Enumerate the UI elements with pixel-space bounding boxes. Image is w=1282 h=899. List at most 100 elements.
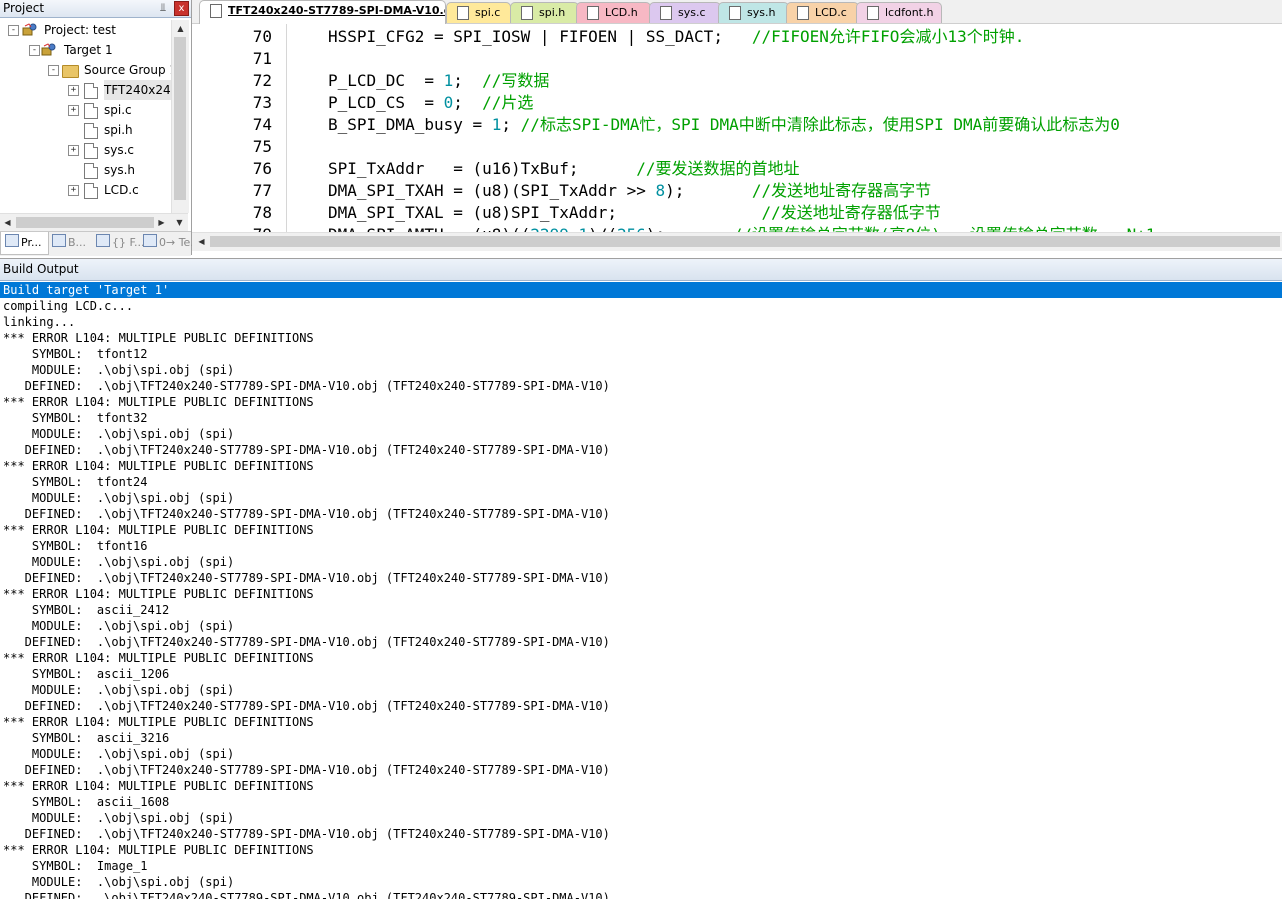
file-icon bbox=[84, 163, 98, 179]
project-panel-tabs: Pr... B... {} F... 0→ Te... bbox=[0, 231, 201, 256]
build-output-line[interactable]: linking... bbox=[0, 314, 1282, 330]
build-output-line[interactable]: SYMBOL: ascii_1608 bbox=[0, 794, 1282, 810]
tree-item-target[interactable]: - Target 1 bbox=[0, 40, 171, 60]
build-output-line[interactable]: SYMBOL: Image_1 bbox=[0, 858, 1282, 874]
build-output-line[interactable]: *** ERROR L104: MULTIPLE PUBLIC DEFINITI… bbox=[0, 458, 1282, 474]
build-output-line[interactable]: MODULE: .\obj\spi.obj (spi) bbox=[0, 746, 1282, 762]
build-output-line[interactable]: SYMBOL: ascii_2412 bbox=[0, 602, 1282, 618]
build-output-line[interactable]: MODULE: .\obj\spi.obj (spi) bbox=[0, 874, 1282, 890]
code-line[interactable]: 75 bbox=[192, 136, 1282, 158]
build-output-line[interactable]: MODULE: .\obj\spi.obj (spi) bbox=[0, 682, 1282, 698]
build-output-line[interactable]: *** ERROR L104: MULTIPLE PUBLIC DEFINITI… bbox=[0, 650, 1282, 666]
build-output-line[interactable]: SYMBOL: tfont12 bbox=[0, 346, 1282, 362]
tree-vertical-scrollbar[interactable]: ▲ bbox=[171, 20, 189, 213]
build-output-line[interactable]: DEFINED: .\obj\TFT240x240-ST7789-SPI-DMA… bbox=[0, 634, 1282, 650]
tree-item-folder[interactable]: - Source Group 1 bbox=[0, 60, 171, 80]
build-output-line[interactable]: DEFINED: .\obj\TFT240x240-ST7789-SPI-DMA… bbox=[0, 826, 1282, 842]
tree-item-file[interactable]: + sys.c bbox=[0, 140, 171, 160]
panel-tab-books[interactable]: B... bbox=[48, 232, 92, 254]
editor-tab-label: TFT240x240-ST7789-SPI-DMA-V10.c* bbox=[228, 4, 446, 17]
expand-icon[interactable]: + bbox=[68, 85, 79, 96]
build-output-line[interactable]: DEFINED: .\obj\TFT240x240-ST7789-SPI-DMA… bbox=[0, 570, 1282, 586]
build-output-line[interactable]: *** ERROR L104: MULTIPLE PUBLIC DEFINITI… bbox=[0, 522, 1282, 538]
collapse-icon[interactable]: - bbox=[29, 45, 40, 56]
build-output-line[interactable]: SYMBOL: tfont32 bbox=[0, 410, 1282, 426]
collapse-icon[interactable]: - bbox=[8, 25, 19, 36]
editor-tab[interactable]: spi.h bbox=[510, 2, 579, 23]
build-output-line[interactable]: MODULE: .\obj\spi.obj (spi) bbox=[0, 810, 1282, 826]
tree-item-file[interactable]: spi.h bbox=[0, 120, 171, 140]
tree-item-file[interactable]: sys.h bbox=[0, 160, 171, 180]
source-text: P_LCD_CS = 0; //片选 bbox=[328, 92, 533, 114]
build-output-line[interactable]: SYMBOL: ascii_3216 bbox=[0, 730, 1282, 746]
editor-horizontal-scrollbar[interactable]: ◀ bbox=[192, 232, 1282, 251]
code-area[interactable]: 70 HSSPI_CFG2 = SPI_IOSW | FIFOEN | SS_DA… bbox=[192, 24, 1282, 232]
scroll-up-arrow-icon[interactable]: ▲ bbox=[173, 21, 188, 36]
tree-item-file[interactable]: + TFT240x240- bbox=[0, 80, 171, 100]
expand-icon[interactable]: + bbox=[68, 145, 79, 156]
build-output-line-selected[interactable]: Build target 'Target 1' bbox=[0, 282, 1282, 298]
build-output-line[interactable]: MODULE: .\obj\spi.obj (spi) bbox=[0, 362, 1282, 378]
editor-tab[interactable]: TFT240x240-ST7789-SPI-DMA-V10.c* bbox=[199, 0, 446, 24]
editor-tab[interactable]: LCD.c bbox=[786, 2, 859, 23]
build-output-line[interactable]: *** ERROR L104: MULTIPLE PUBLIC DEFINITI… bbox=[0, 330, 1282, 346]
editor-tab[interactable]: LCD.h bbox=[576, 2, 651, 23]
build-output-line[interactable]: MODULE: .\obj\spi.obj (spi) bbox=[0, 426, 1282, 442]
build-output-line[interactable]: MODULE: .\obj\spi.obj (spi) bbox=[0, 490, 1282, 506]
build-output-line[interactable]: compiling LCD.c... bbox=[0, 298, 1282, 314]
code-line[interactable]: 74 B_SPI_DMA_busy = 1; //标志SPI-DMA忙，SPI D… bbox=[192, 114, 1282, 136]
panel-tab-templates[interactable]: 0→ Te... bbox=[139, 232, 201, 254]
build-output-line[interactable]: *** ERROR L104: MULTIPLE PUBLIC DEFINITI… bbox=[0, 586, 1282, 602]
code-line[interactable]: 78 DMA_SPI_TXAL = (u8)SPI_TxAddr; //发送地址寄… bbox=[192, 202, 1282, 224]
scroll-left-arrow-icon[interactable]: ◀ bbox=[194, 234, 209, 249]
build-output-line[interactable]: DEFINED: .\obj\TFT240x240-ST7789-SPI-DMA… bbox=[0, 762, 1282, 778]
editor-tab[interactable]: sys.c bbox=[649, 2, 721, 23]
code-line[interactable]: 79 DMA_SPI_AMTH = (u8)((2299-1)/(256); //… bbox=[192, 224, 1282, 232]
build-output-line[interactable]: *** ERROR L104: MULTIPLE PUBLIC DEFINITI… bbox=[0, 778, 1282, 794]
tree-item-project[interactable]: - Project: test bbox=[0, 20, 171, 40]
code-line[interactable]: 73 P_LCD_CS = 0; //片选 bbox=[192, 92, 1282, 114]
tree-horizontal-scroll-thumb[interactable] bbox=[16, 217, 154, 228]
build-output-line[interactable]: *** ERROR L104: MULTIPLE PUBLIC DEFINITI… bbox=[0, 842, 1282, 858]
panel-tab-functions[interactable]: {} F... bbox=[92, 232, 145, 254]
build-output-line[interactable]: MODULE: .\obj\spi.obj (spi) bbox=[0, 554, 1282, 570]
code-line[interactable]: 70 HSSPI_CFG2 = SPI_IOSW | FIFOEN | SS_DA… bbox=[192, 26, 1282, 48]
code-line[interactable]: 76 SPI_TxAddr = (u16)TxBuf; //要发送数据的首地址 bbox=[192, 158, 1282, 180]
code-line[interactable]: 72 P_LCD_DC = 1; //写数据 bbox=[192, 70, 1282, 92]
code-token: ); bbox=[646, 225, 733, 232]
scroll-right-arrow-icon[interactable]: ▶ bbox=[154, 215, 169, 230]
build-output-line[interactable]: SYMBOL: tfont24 bbox=[0, 474, 1282, 490]
build-output-line[interactable]: SYMBOL: ascii_1206 bbox=[0, 666, 1282, 682]
build-output-line[interactable]: DEFINED: .\obj\TFT240x240-ST7789-SPI-DMA… bbox=[0, 378, 1282, 394]
functions-icon bbox=[96, 234, 110, 247]
tree-item-file[interactable]: + LCD.c bbox=[0, 180, 171, 200]
panel-tab-label: Pr... bbox=[21, 236, 42, 249]
editor-tab[interactable]: sys.h bbox=[718, 2, 789, 23]
collapse-icon[interactable]: - bbox=[48, 65, 59, 76]
build-output-line[interactable]: SYMBOL: tfont16 bbox=[0, 538, 1282, 554]
code-line[interactable]: 71 bbox=[192, 48, 1282, 70]
tree-item-file[interactable]: + spi.c bbox=[0, 100, 171, 120]
tree-horizontal-scrollbar[interactable]: ◀ ▶ ▼ bbox=[0, 213, 188, 231]
source-text: DMA_SPI_AMTH = (u8)((2299-1)/(256); //设置… bbox=[328, 224, 1156, 232]
pin-icon[interactable]: ⫫ bbox=[157, 1, 169, 15]
expand-icon[interactable]: + bbox=[68, 185, 79, 196]
build-output-line[interactable]: DEFINED: .\obj\TFT240x240-ST7789-SPI-DMA… bbox=[0, 442, 1282, 458]
build-output-line[interactable]: DEFINED: .\obj\TFT240x240-ST7789-SPI-DMA… bbox=[0, 506, 1282, 522]
editor-tab[interactable]: spi.c bbox=[446, 2, 511, 23]
expand-icon[interactable]: + bbox=[68, 105, 79, 116]
build-output-line[interactable]: MODULE: .\obj\spi.obj (spi) bbox=[0, 618, 1282, 634]
build-output-line[interactable]: DEFINED: .\obj\TFT240x240-ST7789-SPI-DMA… bbox=[0, 698, 1282, 714]
panel-tab-project-window[interactable]: Pr... bbox=[0, 232, 49, 255]
build-output-line[interactable]: *** ERROR L104: MULTIPLE PUBLIC DEFINITI… bbox=[0, 714, 1282, 730]
code-line[interactable]: 77 DMA_SPI_TXAH = (u8)(SPI_TxAddr >> 8); … bbox=[192, 180, 1282, 202]
build-output-line[interactable]: *** ERROR L104: MULTIPLE PUBLIC DEFINITI… bbox=[0, 394, 1282, 410]
editor-horizontal-scroll-thumb[interactable] bbox=[210, 236, 1280, 247]
build-output-log[interactable]: Build target 'Target 1' compiling LCD.c..… bbox=[0, 281, 1282, 899]
code-number: 1 bbox=[578, 225, 588, 232]
scroll-down-arrow-icon[interactable]: ▼ bbox=[172, 215, 187, 230]
scroll-left-arrow-icon[interactable]: ◀ bbox=[0, 215, 15, 230]
tree-vertical-scroll-thumb[interactable] bbox=[174, 37, 186, 200]
editor-tab[interactable]: lcdfont.h bbox=[856, 2, 942, 23]
close-icon[interactable]: x bbox=[174, 1, 189, 16]
